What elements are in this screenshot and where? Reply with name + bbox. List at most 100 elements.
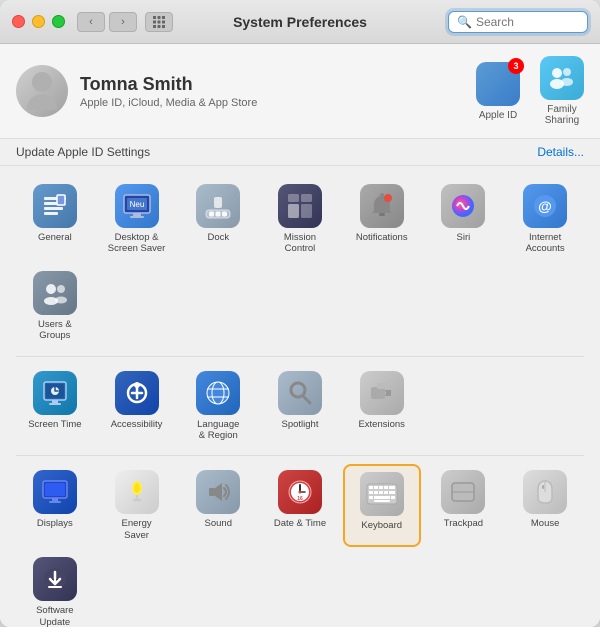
language-label: Language & Region [197, 419, 239, 442]
forward-button[interactable]: › [109, 12, 137, 32]
window-title: System Preferences [233, 14, 367, 30]
pref-item-accessibility[interactable]: Accessibility [98, 365, 176, 448]
pref-item-dock[interactable]: Dock [179, 178, 257, 261]
family-sharing-label: FamilySharing [545, 104, 579, 126]
pref-item-trackpad[interactable]: Trackpad [425, 464, 503, 547]
datetime-label: Date & Time [274, 518, 326, 529]
pref-item-mission[interactable]: Mission Control [261, 178, 339, 261]
maximize-button[interactable] [52, 15, 65, 28]
pref-item-sound[interactable]: Sound [179, 464, 257, 547]
prefs-section-3: Displays Energy Saver [16, 464, 584, 627]
general-label: General [38, 232, 72, 243]
notifications-label: Notifications [356, 232, 408, 243]
search-input[interactable] [476, 15, 579, 29]
minimize-button[interactable] [32, 15, 45, 28]
pref-item-desktop[interactable]: Neu Desktop & Screen Saver [98, 178, 176, 261]
siri-label: Siri [457, 232, 471, 243]
sound-icon [196, 470, 240, 514]
notifications-icon [360, 184, 404, 228]
trackpad-icon [441, 470, 485, 514]
prefs-grid: General Neu Desktop & Screen Saver [0, 166, 600, 627]
desktop-label: Desktop & Screen Saver [108, 232, 166, 255]
system-preferences-window: ‹ › System Preferences 🔍 [0, 0, 600, 627]
mission-label: Mission Control [284, 232, 316, 255]
extensions-icon [360, 371, 404, 415]
dock-label: Dock [207, 232, 229, 243]
displays-icon [33, 470, 77, 514]
energy-icon [115, 470, 159, 514]
search-box[interactable]: 🔍 [448, 11, 588, 33]
pref-item-datetime[interactable]: 16 Date & Time [261, 464, 339, 547]
desktop-icon: Neu [115, 184, 159, 228]
energy-label: Energy Saver [122, 518, 152, 541]
siri-icon [441, 184, 485, 228]
pref-item-users[interactable]: Users & Groups [16, 265, 94, 348]
language-icon [196, 371, 240, 415]
search-icon: 🔍 [457, 15, 472, 29]
user-name: Tomna Smith [80, 74, 476, 95]
back-button[interactable]: ‹ [77, 12, 105, 32]
dock-icon [196, 184, 240, 228]
displays-label: Displays [37, 518, 73, 529]
details-link[interactable]: Details... [537, 145, 584, 159]
users-icon [33, 271, 77, 315]
mouse-label: Mouse [531, 518, 560, 529]
apple-id-button[interactable]: 3 Apple ID [476, 62, 520, 121]
avatar [16, 65, 68, 117]
pref-item-keyboard[interactable]: Keyboard [343, 464, 421, 547]
pref-item-screentime[interactable]: Screen Time [16, 365, 94, 448]
software-icon [33, 557, 77, 601]
spotlight-label: Spotlight [282, 419, 319, 430]
chevron-right-icon: › [121, 16, 125, 28]
pref-item-internet[interactable]: @ Internet Accounts [506, 178, 584, 261]
accessibility-label: Accessibility [111, 419, 163, 430]
spotlight-icon [278, 371, 322, 415]
pref-item-mouse[interactable]: Mouse [506, 464, 584, 547]
pref-item-software[interactable]: Software Update [16, 551, 94, 627]
family-icon-svg [548, 64, 576, 92]
svg-text:@: @ [538, 198, 552, 214]
internet-icon: @ [523, 184, 567, 228]
mission-icon [278, 184, 322, 228]
accessibility-icon [115, 371, 159, 415]
svg-text:Neu: Neu [129, 200, 144, 209]
family-sharing-icon [540, 56, 584, 100]
close-button[interactable] [12, 15, 25, 28]
family-sharing-button[interactable]: FamilySharing [540, 56, 584, 126]
prefs-section-2: Screen Time Accessibility [16, 365, 584, 457]
avatar-body [27, 94, 57, 110]
users-label: Users & Groups [38, 319, 72, 342]
update-bar: Update Apple ID Settings Details... [0, 139, 600, 166]
nav-buttons: ‹ › [77, 12, 137, 32]
svg-text:16: 16 [297, 496, 303, 502]
pref-item-language[interactable]: Language & Region [179, 365, 257, 448]
prefs-section-1: General Neu Desktop & Screen Saver [16, 178, 584, 357]
apple-id-label: Apple ID [479, 110, 517, 121]
pref-item-energy[interactable]: Energy Saver [98, 464, 176, 547]
grid-button[interactable] [145, 12, 173, 32]
avatar-figure [27, 72, 57, 110]
chevron-left-icon: ‹ [89, 16, 93, 28]
user-subtitle: Apple ID, iCloud, Media & App Store [80, 97, 476, 109]
extensions-label: Extensions [358, 419, 404, 430]
screentime-label: Screen Time [28, 419, 81, 430]
pref-item-displays[interactable]: Displays [16, 464, 94, 547]
general-icon [33, 184, 77, 228]
pref-item-spotlight[interactable]: Spotlight [261, 365, 339, 448]
apple-id-icon: 3 [476, 62, 520, 106]
pref-item-siri[interactable]: Siri [425, 178, 503, 261]
keyboard-icon [360, 472, 404, 516]
user-right: 3 Apple ID FamilySharing [476, 56, 584, 126]
notification-badge: 3 [508, 58, 524, 74]
user-info: Tomna Smith Apple ID, iCloud, Media & Ap… [80, 74, 476, 109]
titlebar: ‹ › System Preferences 🔍 [0, 0, 600, 44]
pref-item-notifications[interactable]: Notifications [343, 178, 421, 261]
software-label: Software Update [36, 605, 74, 627]
keyboard-label: Keyboard [361, 520, 402, 531]
user-section: Tomna Smith Apple ID, iCloud, Media & Ap… [0, 44, 600, 139]
pref-item-general[interactable]: General [16, 178, 94, 261]
update-text: Update Apple ID Settings [16, 145, 150, 159]
pref-item-extensions[interactable]: Extensions [343, 365, 421, 448]
mouse-icon [523, 470, 567, 514]
internet-label: Internet Accounts [526, 232, 565, 255]
